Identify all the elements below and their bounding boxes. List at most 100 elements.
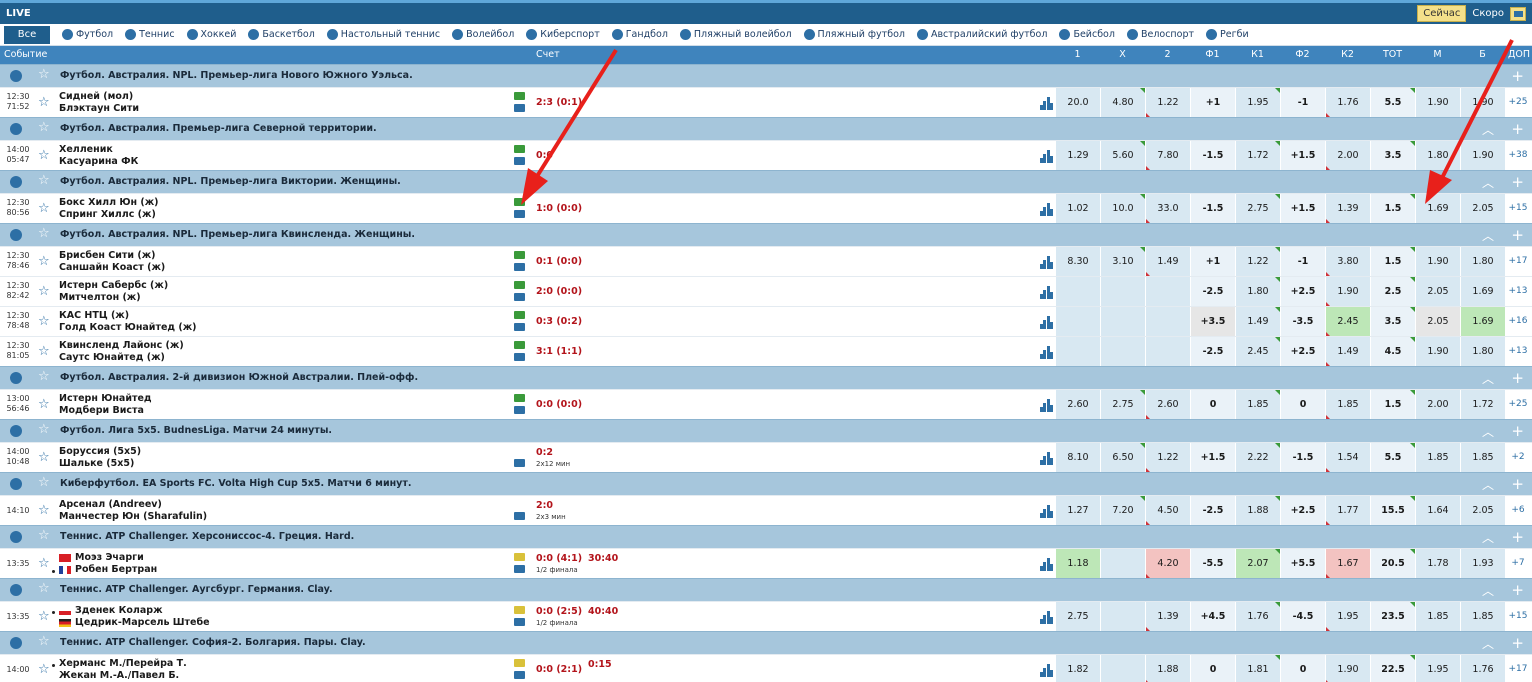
collapse-chevron-icon[interactable]: ︿ [1482,635,1494,652]
tv-icon[interactable] [514,406,525,414]
odds-cell-c2[interactable] [1145,307,1190,337]
tv-filter-button[interactable] [1510,6,1526,21]
team-home[interactable]: КАС НТЦ (ж) [59,310,129,321]
odds-cell-f2[interactable]: +1.5 [1280,141,1325,171]
team-home[interactable]: Херманс М./Перейра Т. [59,658,187,669]
odds-cell-b[interactable]: 1.85 [1460,443,1505,473]
odds-cell-b[interactable]: 2.05 [1460,194,1505,224]
odds-cell-c2[interactable]: 1.39 [1145,602,1190,632]
add-icon[interactable]: + [1511,226,1524,244]
odds-cell-f1[interactable]: -2.5 [1190,337,1235,367]
favorite-star-icon[interactable]: ☆ [38,95,50,110]
odds-cell-tot[interactable]: 1.5 [1370,390,1415,420]
stats-chart-icon[interactable] [1040,256,1053,269]
odds-cell-tot[interactable]: 3.5 [1370,141,1415,171]
stats-chart-icon[interactable] [1040,452,1053,465]
video-icon[interactable] [514,198,525,206]
odds-cell-c1[interactable]: 1.02 [1055,194,1100,224]
sport-tab-10[interactable]: Австралийский футбол [916,29,1047,40]
sport-all-button[interactable]: Все [4,25,50,44]
sport-tab-4[interactable]: Настольный теннис [326,29,440,40]
tv-icon[interactable] [514,618,525,626]
sport-tab-0[interactable]: Футбол [62,29,113,40]
odds-cell-c1[interactable]: 2.75 [1055,602,1100,632]
more-markets-link[interactable]: +16 [1504,316,1532,326]
odds-cell-b[interactable]: 1.85 [1460,602,1505,632]
tv-icon[interactable] [514,323,525,331]
odds-cell-k2[interactable]: 2.45 [1325,307,1370,337]
team-home[interactable]: Боруссия (5х5) [59,446,141,457]
favorite-star-icon[interactable]: ☆ [38,476,50,490]
favorite-star-icon[interactable]: ☆ [38,529,50,543]
odds-cell-k1[interactable]: 1.76 [1235,602,1280,632]
favorite-star-icon[interactable]: ☆ [38,174,50,188]
odds-cell-m[interactable]: 1.90 [1415,247,1460,277]
team-away[interactable]: Шальке (5х5) [59,458,134,469]
odds-cell-k1[interactable]: 1.85 [1235,390,1280,420]
odds-cell-b[interactable]: 1.93 [1460,549,1505,579]
odds-cell-c1[interactable]: 1.27 [1055,496,1100,526]
favorite-star-icon[interactable]: ☆ [38,201,50,216]
odds-cell-f2[interactable]: +5.5 [1280,549,1325,579]
odds-cell-b[interactable]: 1.72 [1460,390,1505,420]
team-home[interactable]: Зденек Коларж [59,605,163,616]
odds-cell-m[interactable]: 2.00 [1415,390,1460,420]
favorite-star-icon[interactable]: ☆ [38,254,50,269]
team-away[interactable]: Спринг Хиллс (ж) [59,209,156,220]
odds-cell-m[interactable]: 2.05 [1415,307,1460,337]
odds-cell-b[interactable]: 2.05 [1460,496,1505,526]
now-button[interactable]: Сейчас [1417,5,1467,22]
favorite-star-icon[interactable]: ☆ [38,662,50,677]
odds-cell-cx[interactable]: 7.20 [1100,496,1145,526]
odds-cell-m[interactable]: 1.78 [1415,549,1460,579]
team-away[interactable]: Саншайн Коаст (ж) [59,262,165,273]
odds-cell-cx[interactable]: 10.0 [1100,194,1145,224]
favorite-star-icon[interactable]: ☆ [38,344,50,359]
odds-cell-k1[interactable]: 1.80 [1235,277,1280,307]
odds-cell-cx[interactable] [1100,277,1145,307]
event-row[interactable]: 14:00 05:47 ☆ Хелленик Касуарина ФК 0:0 1.29 5.… [0,140,1532,171]
video-icon[interactable] [514,553,525,561]
tv-icon[interactable] [514,565,525,573]
collapse-chevron-icon[interactable]: ︿ [1482,227,1494,244]
tv-icon[interactable] [514,671,525,679]
odds-cell-k2[interactable]: 1.90 [1325,277,1370,307]
odds-cell-c1[interactable]: 1.82 [1055,655,1100,682]
favorite-star-icon[interactable]: ☆ [38,68,50,82]
video-icon[interactable] [514,92,525,100]
odds-cell-m[interactable]: 2.05 [1415,277,1460,307]
odds-cell-tot[interactable]: 22.5 [1370,655,1415,682]
favorite-star-icon[interactable]: ☆ [38,635,50,649]
event-row[interactable]: 13:35 ☆ Зденек Коларж Цедрик-Марсель Штебе 0… [0,601,1532,632]
odds-cell-b[interactable]: 1.69 [1460,277,1505,307]
odds-cell-k2[interactable]: 2.00 [1325,141,1370,171]
odds-cell-k2[interactable]: 1.90 [1325,655,1370,682]
odds-cell-f1[interactable]: -5.5 [1190,549,1235,579]
odds-cell-k2[interactable]: 1.77 [1325,496,1370,526]
team-home[interactable]: Истерн Сабербс (ж) [59,280,168,291]
odds-cell-m[interactable]: 1.85 [1415,443,1460,473]
odds-cell-cx[interactable] [1100,337,1145,367]
sport-tab-13[interactable]: Регби [1206,29,1249,40]
collapse-chevron-icon[interactable]: ︿ [1482,529,1494,546]
team-away[interactable]: Модбери Виста [59,405,144,416]
event-row[interactable]: 12:30 71:52 ☆ Сидней (мол) Блэктаун Сити 2:3 … [0,87,1532,118]
favorite-star-icon[interactable]: ☆ [38,148,50,163]
tv-icon[interactable] [514,263,525,271]
odds-cell-c1[interactable]: 8.10 [1055,443,1100,473]
odds-cell-c1[interactable] [1055,277,1100,307]
stats-chart-icon[interactable] [1040,505,1053,518]
add-icon[interactable]: + [1511,422,1524,440]
odds-cell-b[interactable]: 1.90 [1460,141,1505,171]
odds-cell-tot[interactable]: 4.5 [1370,337,1415,367]
odds-cell-cx[interactable] [1100,655,1145,682]
sport-tab-11[interactable]: Бейсбол [1059,29,1115,40]
odds-cell-tot[interactable]: 5.5 [1370,88,1415,118]
stats-chart-icon[interactable] [1040,399,1053,412]
odds-cell-tot[interactable]: 5.5 [1370,443,1415,473]
odds-cell-k1[interactable]: 1.49 [1235,307,1280,337]
add-icon[interactable]: + [1511,173,1524,191]
video-icon[interactable] [514,251,525,259]
odds-cell-f1[interactable]: +1 [1190,247,1235,277]
add-icon[interactable]: + [1511,120,1524,138]
